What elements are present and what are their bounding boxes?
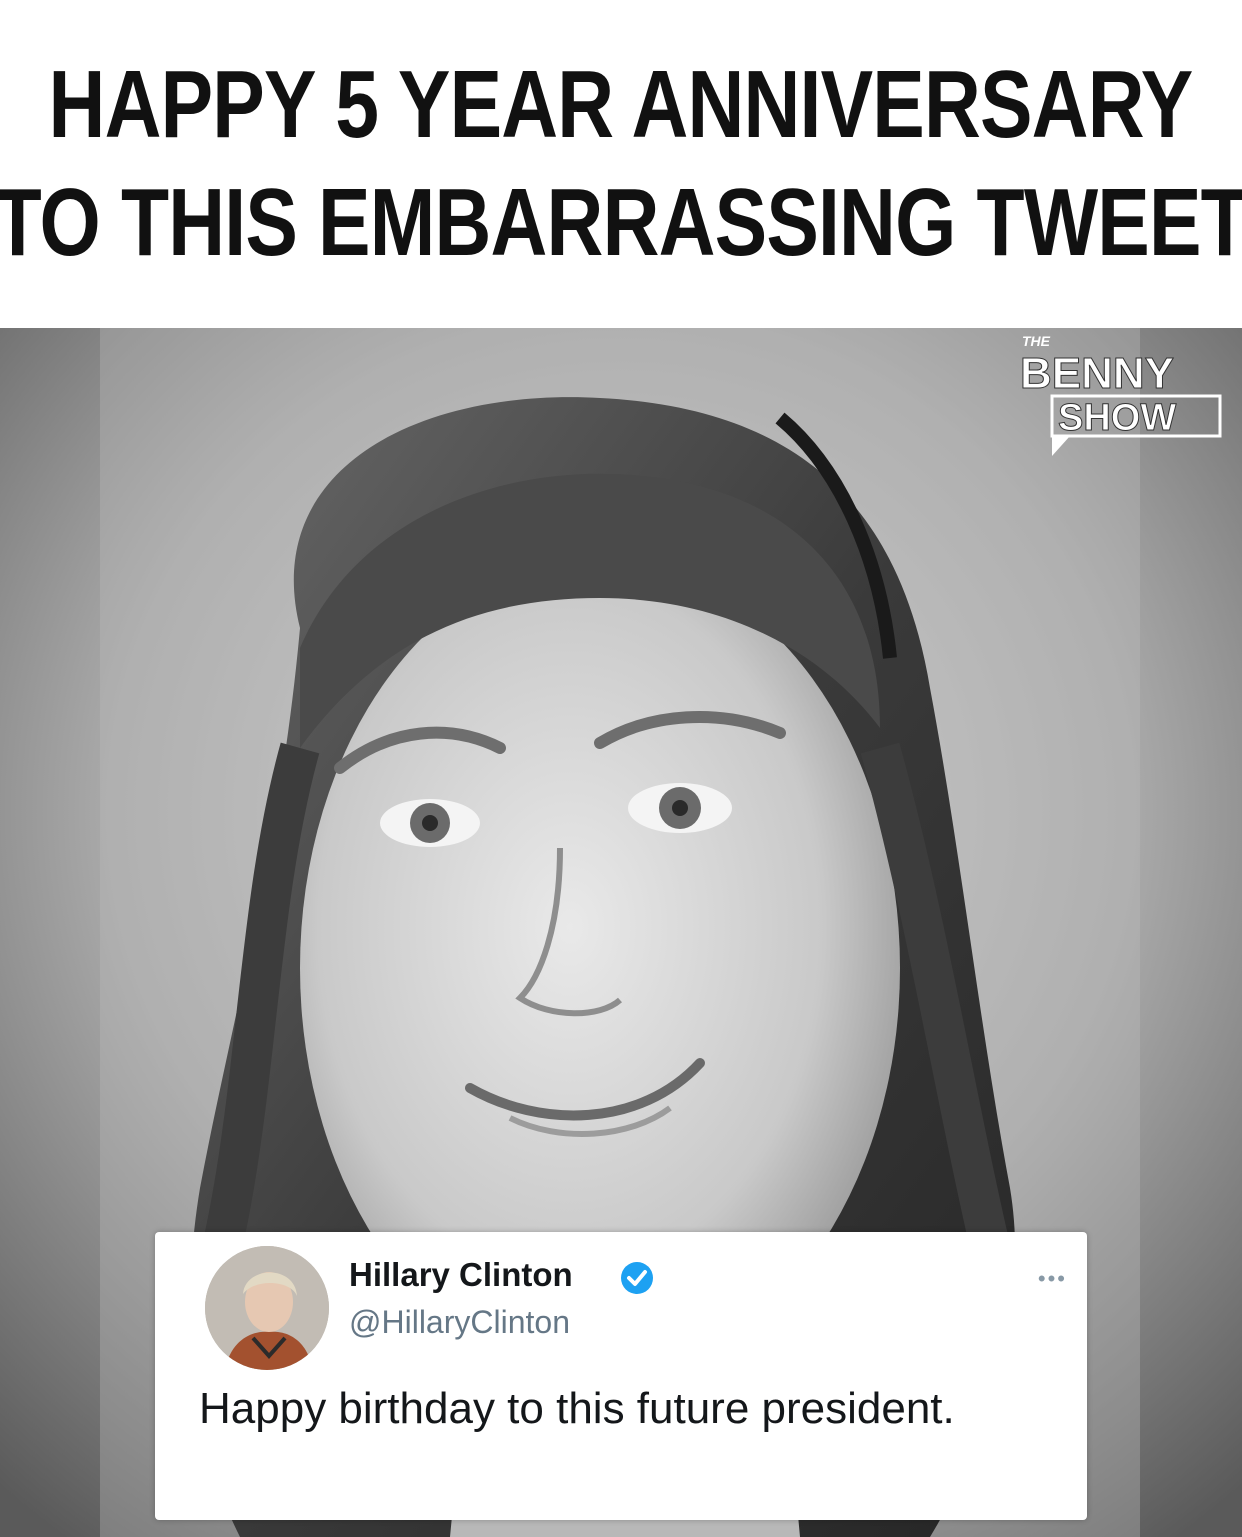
logo-line-1: BENNY (1020, 349, 1174, 398)
verified-badge-icon (621, 1262, 653, 1294)
tweet-card[interactable]: Hillary Clinton @HillaryClinton ••• Happ… (155, 1232, 1087, 1520)
avatar[interactable] (205, 1246, 329, 1370)
headline: HAPPY 5 YEAR ANNIVERSARY TO THIS EMBARRA… (0, 0, 1242, 328)
logo-line-2: SHOW (1058, 397, 1176, 439)
benny-show-logo: THE BENNY SHOW (1002, 332, 1230, 460)
author-name[interactable]: Hillary Clinton (349, 1256, 573, 1294)
headline-line-2: TO THIS EMBARRASSING TWEET (0, 169, 1242, 276)
more-options-icon[interactable]: ••• (1038, 1266, 1067, 1292)
logo-small-text: THE (1022, 333, 1051, 349)
tweet-text: Happy birthday to this future president. (199, 1384, 955, 1433)
headline-line-1: HAPPY 5 YEAR ANNIVERSARY (49, 51, 1194, 158)
author-handle[interactable]: @HillaryClinton (349, 1304, 570, 1341)
